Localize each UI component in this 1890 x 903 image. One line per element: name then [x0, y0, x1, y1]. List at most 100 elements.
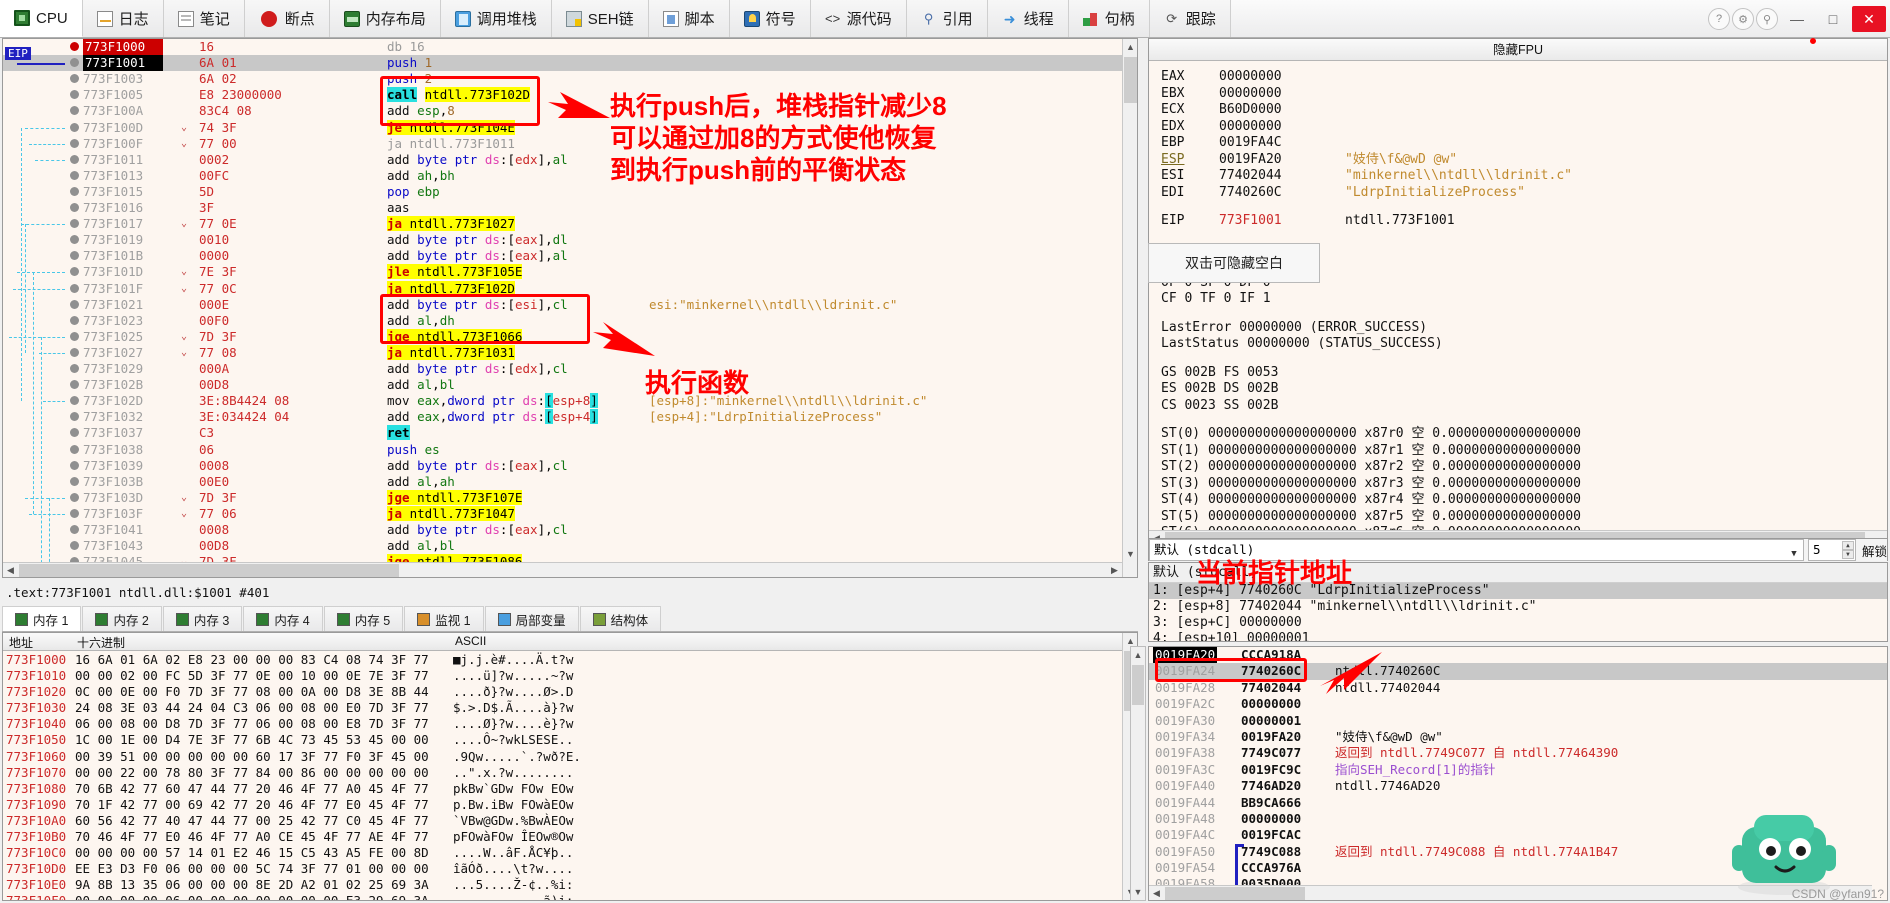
- stack-value[interactable]: 7749C088: [1241, 844, 1301, 860]
- argument-row[interactable]: 4: [esp+10] 00000001: [1149, 631, 1887, 641]
- instruction-address[interactable]: 773F1013: [83, 168, 163, 184]
- tab-脚本[interactable]: 脚本: [648, 0, 730, 37]
- scroll-up-icon[interactable]: ▲: [1131, 647, 1145, 663]
- disassembly-row[interactable]: 773F1021 000E add byte ptr ds:[esi],cl esi:…: [3, 297, 1122, 313]
- main-tab-bar[interactable]: CPU 日志 笔记 断点 内存布局 调用堆栈 SEH链 脚本 符号 <> 源代码 ⚲ 引用 ➜ 线程 句柄 ⟳ 跟…: [0, 0, 1890, 38]
- scroll-left-icon[interactable]: ◀: [3, 563, 18, 577]
- instruction-address[interactable]: 773F1039: [83, 458, 163, 474]
- stack-value[interactable]: 0019FA20: [1241, 729, 1301, 745]
- stack-value[interactable]: 7746AD20: [1241, 778, 1301, 794]
- disassembly-row[interactable]: 773F103F ⌄ 77 06 ja ntdll.773F1047: [3, 505, 1122, 522]
- bottom-tab-内存1[interactable]: 内存 1: [2, 606, 82, 631]
- instruction-address[interactable]: 773F101D: [83, 264, 163, 280]
- instruction-address[interactable]: 773F103D: [83, 490, 163, 506]
- stack-row[interactable]: 0019FA28 77402044 ntdll.77402044: [1149, 680, 1887, 696]
- instruction-address[interactable]: 773F1005: [83, 87, 163, 103]
- disassembly-row[interactable]: 773F102D 3E:8B4424 08 mov eax,dword ptr ds…: [3, 393, 1122, 409]
- bottom-tab-局部变量[interactable]: 局部变量: [484, 606, 579, 631]
- stack-value[interactable]: BB9CA666: [1241, 795, 1301, 811]
- register-value[interactable]: B60D0000: [1219, 102, 1282, 119]
- breakpoint-icon[interactable]: [67, 313, 81, 329]
- memory-dump-panel[interactable]: 地址 十六进制 ASCII 773F1000 16 6A 01 6A 02 E8 …: [2, 632, 1138, 901]
- tab-日志[interactable]: 日志: [82, 0, 164, 37]
- register-row[interactable]: EAX 00000000: [1149, 69, 1887, 86]
- register-row[interactable]: EBX 00000000: [1149, 86, 1887, 103]
- disassembly-row[interactable]: 773F1011 0002 add byte ptr ds:[edx],al: [3, 152, 1122, 168]
- breakpoint-icon[interactable]: [67, 55, 81, 71]
- memory-row[interactable]: 773F1060 00 39 51 00 00 00 00 00 60 17 3F…: [3, 749, 1137, 765]
- stepper-buttons[interactable]: ▲ ▼: [1841, 541, 1854, 559]
- disassembly-row[interactable]: 773F1003 6A 02 push 2: [3, 71, 1122, 87]
- chevron-down-icon[interactable]: ▼: [1787, 544, 1801, 564]
- stepper-up-icon[interactable]: ▲: [1841, 541, 1854, 550]
- register-value[interactable]: 0019FA4C: [1219, 135, 1282, 152]
- bottom-tab-bar[interactable]: 内存 1 内存 2 内存 3 内存 4 内存 5 监视 1 局部变量 结构体: [2, 606, 1138, 632]
- bottom-tab-内存3[interactable]: 内存 3: [162, 606, 243, 631]
- instruction-address[interactable]: 773F1001: [83, 55, 163, 72]
- disassembly-row[interactable]: 773F1023 00F0 add al,dh: [3, 313, 1122, 329]
- fpu-register-row[interactable]: ST(0) 0000000000000000000 x87r0 空 0.0000…: [1149, 426, 1887, 443]
- fpu-register-row[interactable]: ST(3) 0000000000000000000 x87r3 空 0.0000…: [1149, 476, 1887, 493]
- memory-row[interactable]: 773F1070 00 00 22 00 78 80 3F 77 84 00 86…: [3, 765, 1137, 781]
- unlock-label[interactable]: 解锁: [1862, 541, 1887, 560]
- disassembly-row[interactable]: 773F1029 000A add byte ptr ds:[edx],cl: [3, 361, 1122, 377]
- breakpoint-icon[interactable]: [67, 120, 81, 136]
- breakpoint-icon[interactable]: [67, 522, 81, 538]
- arg-count-stepper[interactable]: 5 ▲ ▼: [1807, 539, 1856, 561]
- stack-row[interactable]: 0019FA24 7740260C ntdll.7740260C: [1149, 663, 1887, 680]
- disassembly-row[interactable]: 773F1039 0008 add byte ptr ds:[eax],cl: [3, 458, 1122, 474]
- breakpoint-icon[interactable]: [67, 458, 81, 474]
- stack-value[interactable]: CCCA976A: [1241, 860, 1301, 876]
- hscroll-thumb[interactable]: [1165, 887, 1305, 900]
- disassembly-row[interactable]: 773F1025 ⌄ 7D 3F jge ntdll.773F1066: [3, 328, 1122, 345]
- instruction-address[interactable]: 773F1029: [83, 361, 163, 377]
- register-row[interactable]: ESI 77402044 "minkernel\\ntdll\\ldrinit.c": [1149, 168, 1887, 185]
- arg-rows[interactable]: 1: [esp+4] 7740260C "LdrpInitializeProce…: [1149, 583, 1887, 641]
- disassembly-row[interactable]: 773F1019 0010 add byte ptr ds:[eax],dl: [3, 232, 1122, 248]
- scroll-left-icon[interactable]: ◀: [1149, 886, 1164, 900]
- instruction-address[interactable]: 773F1015: [83, 184, 163, 200]
- instruction-address[interactable]: 773F103F: [83, 506, 163, 522]
- instruction-address[interactable]: 773F1032: [83, 409, 163, 425]
- memory-row[interactable]: 773F1000 16 6A 01 6A 02 E8 23 00 00 00 83…: [3, 652, 1137, 668]
- breakpoint-icon[interactable]: [67, 200, 81, 216]
- bottom-tab-监视1[interactable]: 监视 1: [404, 606, 484, 631]
- breakpoint-icon[interactable]: [67, 248, 81, 264]
- stack-left-scrollbar[interactable]: ▲ ▼: [1130, 646, 1146, 901]
- hide-fpu-button[interactable]: 隐藏FPU: [1149, 39, 1887, 61]
- disassembly-row[interactable]: 773F1015 5D pop ebp: [3, 184, 1122, 200]
- disassembly-row[interactable]: 773F103D ⌄ 7D 3F jge ntdll.773F107E: [3, 489, 1122, 506]
- tab-调用堆栈[interactable]: 调用堆栈: [440, 0, 552, 37]
- register-value[interactable]: 0019FA20: [1219, 152, 1282, 169]
- breakpoint-icon[interactable]: [67, 136, 81, 152]
- disassembly-row[interactable]: 773F1001 6A 01 push 1: [3, 55, 1122, 72]
- memory-row[interactable]: 773F1040 06 00 08 00 D8 7D 3F 77 06 00 08…: [3, 716, 1137, 732]
- breakpoint-icon[interactable]: [67, 87, 81, 103]
- memory-row[interactable]: 773F10A0 60 56 42 77 40 47 44 77 00 25 42…: [3, 813, 1137, 829]
- disassembly-row[interactable]: 773F1016 3F aas: [3, 200, 1122, 216]
- register-row[interactable]: ESP 0019FA20 "妓侍\f&@wD @w": [1149, 152, 1887, 169]
- scroll-up-icon[interactable]: ▲: [1123, 39, 1137, 55]
- register-row[interactable]: EIP 773F1001 ntdll.773F1001: [1149, 213, 1887, 230]
- fpu-register-row[interactable]: ST(2) 0000000000000000000 x87r2 空 0.0000…: [1149, 459, 1887, 476]
- stack-value[interactable]: 0019FCAC: [1241, 827, 1301, 843]
- disassembly-vscrollbar[interactable]: ▲ ▼: [1122, 39, 1137, 577]
- instruction-address[interactable]: 773F1003: [83, 71, 163, 87]
- memory-row[interactable]: 773F1020 0C 00 0E 00 F0 7D 3F 77 08 00 0A…: [3, 684, 1137, 700]
- instruction-address[interactable]: 773F1027: [83, 345, 163, 361]
- tab-源代码[interactable]: <> 源代码: [810, 0, 907, 37]
- tab-SEH链[interactable]: SEH链: [551, 0, 649, 37]
- minimize-button[interactable]: —: [1780, 6, 1814, 32]
- memory-row[interactable]: 773F10C0 00 00 00 00 57 14 01 E2 46 15 C5…: [3, 845, 1137, 861]
- instruction-address[interactable]: 773F100F: [83, 136, 163, 152]
- instruction-address[interactable]: 773F1025: [83, 329, 163, 345]
- argument-row[interactable]: 2: [esp+8] 77402044 "minkernel\\ntdll\\l…: [1149, 599, 1887, 615]
- gear-icon[interactable]: ⚙: [1732, 8, 1754, 30]
- instruction-address[interactable]: 773F1038: [83, 442, 163, 458]
- tab-跟踪[interactable]: ⟳ 跟踪: [1149, 0, 1231, 37]
- breakpoint-icon[interactable]: [67, 297, 81, 313]
- close-button[interactable]: ✕: [1852, 6, 1886, 32]
- breakpoint-icon[interactable]: [67, 361, 81, 377]
- scroll-down-icon[interactable]: ▼: [1123, 546, 1137, 562]
- instruction-address[interactable]: 773F1016: [83, 200, 163, 216]
